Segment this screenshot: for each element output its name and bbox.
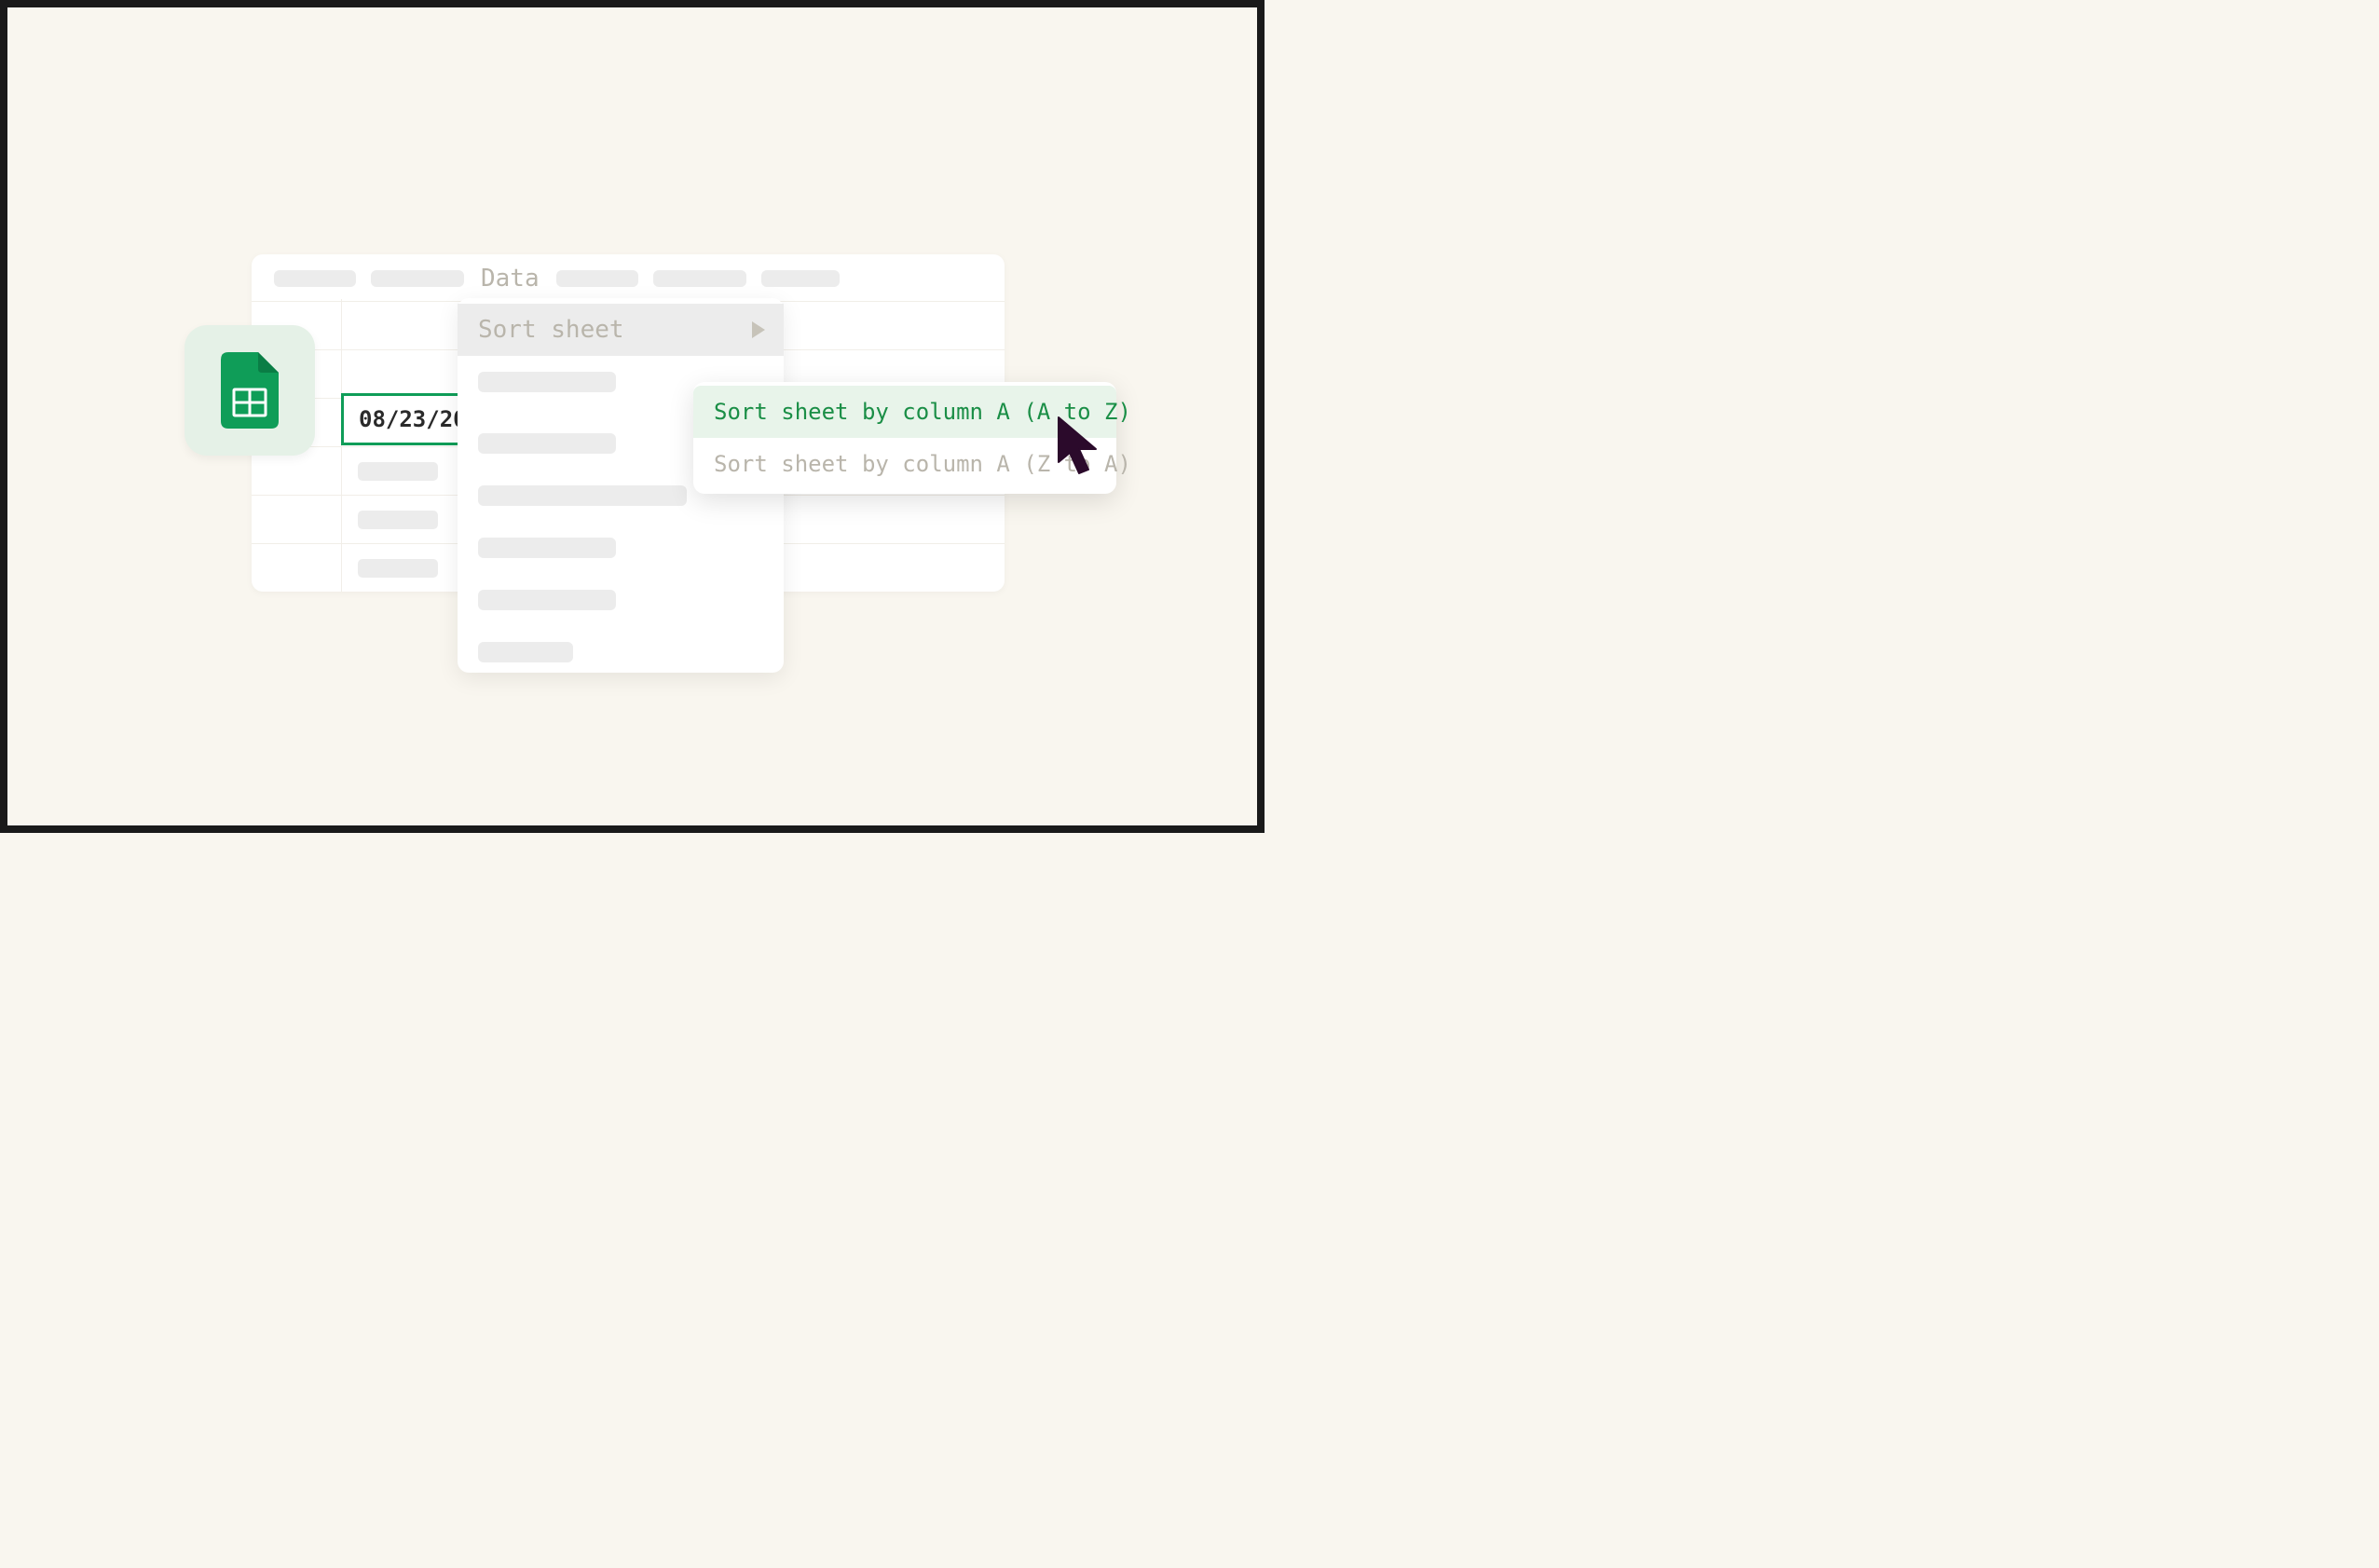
menu-bar: Data — [252, 254, 1005, 299]
menu-placeholder — [478, 538, 616, 558]
google-sheets-icon — [221, 352, 279, 429]
menu-data[interactable]: Data — [479, 265, 541, 293]
menu-placeholder — [274, 270, 356, 287]
cell-placeholder — [358, 462, 438, 481]
google-sheets-badge — [185, 325, 315, 456]
column-divider — [341, 299, 342, 592]
menu-placeholder — [478, 433, 616, 454]
menu-placeholder — [478, 642, 573, 662]
menu-item-placeholder[interactable] — [458, 626, 784, 678]
menu-item-label: Sort sheet — [478, 316, 624, 344]
menu-placeholder — [371, 270, 464, 287]
submenu-item-sort-az[interactable]: Sort sheet by column A (A to Z) — [693, 386, 1116, 438]
submenu-item-sort-za[interactable]: Sort sheet by column A (Z to A) — [693, 438, 1116, 490]
menu-placeholder — [761, 270, 840, 287]
menu-placeholder — [653, 270, 746, 287]
submenu-arrow-icon — [752, 321, 765, 338]
menu-placeholder — [478, 590, 616, 610]
menu-item-sort-sheet[interactable]: Sort sheet — [458, 304, 784, 356]
menu-placeholder — [478, 485, 687, 506]
cell-placeholder — [358, 559, 438, 578]
menu-placeholder — [556, 270, 638, 287]
active-cell[interactable]: 08/23/20 — [341, 393, 460, 445]
cell-placeholder — [358, 511, 438, 529]
menu-placeholder — [478, 372, 616, 392]
menu-item-placeholder[interactable] — [458, 574, 784, 626]
sort-sheet-submenu: Sort sheet by column A (A to Z) Sort she… — [693, 382, 1116, 494]
menu-item-placeholder[interactable] — [458, 522, 784, 574]
